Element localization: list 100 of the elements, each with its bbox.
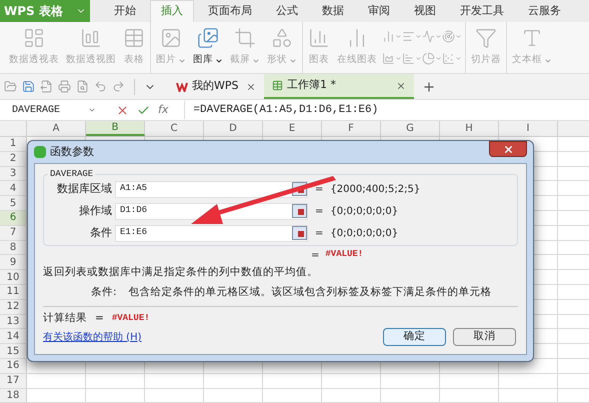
menu-tab[interactable]: 开发工具 (450, 0, 514, 22)
help-link[interactable]: 有关该函数的帮助 (H) (43, 330, 142, 345)
confirm-icon[interactable] (137, 104, 150, 116)
menu-tab[interactable]: 视图 (404, 0, 446, 22)
print-preview-icon[interactable] (76, 80, 89, 93)
ribbon-icon (475, 27, 497, 50)
ribbon-icon (308, 27, 330, 50)
close-icon[interactable] (396, 80, 406, 90)
save-icon[interactable] (22, 80, 35, 93)
name-box[interactable]: DAVERAGE (4, 101, 104, 119)
row-header[interactable]: 2 (0, 152, 27, 166)
column-header[interactable]: I (499, 121, 558, 136)
column-header[interactable]: G (381, 121, 440, 136)
row-header[interactable]: 18 (0, 388, 27, 402)
close-icon (502, 144, 514, 154)
ribbon-icon (160, 27, 182, 50)
dialog-button[interactable]: 确定 (383, 328, 446, 346)
dialog-title: 函数参数 (50, 144, 94, 160)
row-header[interactable]: 8 (0, 240, 27, 254)
caret-icon[interactable] (435, 54, 442, 62)
equals-sign: = (315, 182, 324, 196)
chart-type-icon[interactable] (402, 30, 415, 44)
ribbon-icon (271, 27, 293, 50)
folder-icon[interactable] (4, 80, 17, 93)
menu-tab[interactable]: 插入 (150, 0, 194, 22)
row-header[interactable]: 6 (0, 210, 27, 225)
chart-type-icon[interactable] (382, 30, 395, 44)
chart-type-icon[interactable] (442, 30, 455, 44)
column-header[interactable]: B (86, 121, 145, 136)
argument-label: 条件 (89, 224, 112, 241)
spreadsheet-icon (272, 80, 283, 91)
column-header[interactable]: H (440, 121, 499, 136)
argument-result: {2000;400;5;2;5} (330, 182, 420, 196)
menu-tab[interactable]: 云服务 (518, 0, 571, 22)
ribbon-button[interactable]: 图库 (191, 22, 225, 73)
dialog-button[interactable]: 取消 (453, 328, 516, 346)
ribbon-icon (23, 27, 45, 50)
undo-icon[interactable] (94, 80, 107, 93)
column-header[interactable]: D (204, 121, 263, 136)
chart-type-icon[interactable] (382, 52, 395, 65)
caret-icon[interactable] (395, 33, 402, 40)
column-header[interactable]: C (145, 121, 204, 136)
chart-type-icon[interactable] (422, 52, 435, 65)
row-header[interactable]: 9 (0, 255, 27, 270)
menu-tab[interactable]: 页面布局 (198, 0, 262, 22)
argument-label: 数据库区域 (56, 180, 112, 197)
caret-icon[interactable] (415, 54, 422, 62)
logo-icon (176, 82, 188, 92)
chart-type-icon[interactable] (422, 30, 435, 44)
menu-tab[interactable]: 审阅 (358, 0, 400, 22)
row-header[interactable]: 10 (0, 270, 27, 284)
document-tab[interactable]: 工作簿1 * (264, 74, 414, 99)
chart-type-icon[interactable] (402, 52, 415, 65)
redo-icon[interactable] (112, 80, 125, 93)
function-description: 返回列表或数据库中满足指定条件的列中数值的平均值。 (43, 265, 319, 280)
close-button[interactable] (489, 141, 527, 157)
caret-icon[interactable] (415, 33, 422, 40)
column-header[interactable]: F (322, 121, 381, 136)
row-header[interactable]: 7 (0, 226, 27, 240)
collapse-dialog-button[interactable] (292, 226, 307, 240)
menu-tab[interactable]: 公式 (266, 0, 308, 22)
argument-field[interactable]: A1:A5 (115, 180, 308, 198)
caret-icon[interactable] (395, 54, 402, 62)
parameter-name: 条件: (91, 284, 117, 300)
close-icon[interactable] (246, 82, 256, 92)
row-header[interactable]: 16 (0, 358, 27, 373)
tab-title: 工作簿1 * (287, 77, 336, 94)
export-icon[interactable] (40, 80, 53, 93)
ribbon-icon (123, 27, 145, 50)
row-header[interactable]: 11 (0, 284, 27, 299)
formula-field[interactable]: =DAVERAGE(A1:A5,D1:D6,E1:E6) (184, 101, 589, 119)
calculation-result: #VALUE! (112, 312, 150, 325)
row-header[interactable]: 14 (0, 329, 27, 344)
caret-icon[interactable] (455, 54, 462, 62)
menu-tab[interactable]: 数据 (312, 0, 354, 22)
print-icon[interactable] (58, 80, 71, 93)
ribbon-icon (80, 27, 102, 50)
insert-function-button[interactable]: fx (158, 102, 168, 118)
row-header[interactable]: 15 (0, 344, 27, 358)
equals-sign: = (95, 310, 104, 326)
new-tab-icon[interactable] (422, 80, 436, 94)
row-header[interactable]: 5 (0, 196, 27, 210)
row-header[interactable]: 1 (0, 137, 27, 151)
tab-title: 我的WPS (192, 78, 238, 94)
document-tab[interactable]: 我的WPS (168, 74, 264, 99)
collapse-dialog-button[interactable] (292, 204, 307, 218)
caret-icon[interactable] (435, 33, 442, 40)
argument-field[interactable]: D1:D6 (115, 202, 308, 220)
row-header[interactable]: 17 (0, 374, 27, 388)
argument-result: {0;0;0;0;0;0} (330, 226, 398, 240)
row-header[interactable]: 12 (0, 300, 27, 314)
row-header[interactable]: 4 (0, 181, 27, 196)
row-header[interactable]: 3 (0, 166, 27, 180)
menu-tab[interactable]: 开始 (104, 0, 146, 22)
caret-icon[interactable] (455, 33, 462, 40)
chart-type-icon[interactable] (442, 52, 455, 65)
column-header[interactable]: E (263, 121, 322, 136)
argument-field[interactable]: E1:E6 (115, 224, 308, 242)
cancel-icon[interactable] (116, 104, 129, 116)
row-header[interactable]: 13 (0, 314, 27, 328)
